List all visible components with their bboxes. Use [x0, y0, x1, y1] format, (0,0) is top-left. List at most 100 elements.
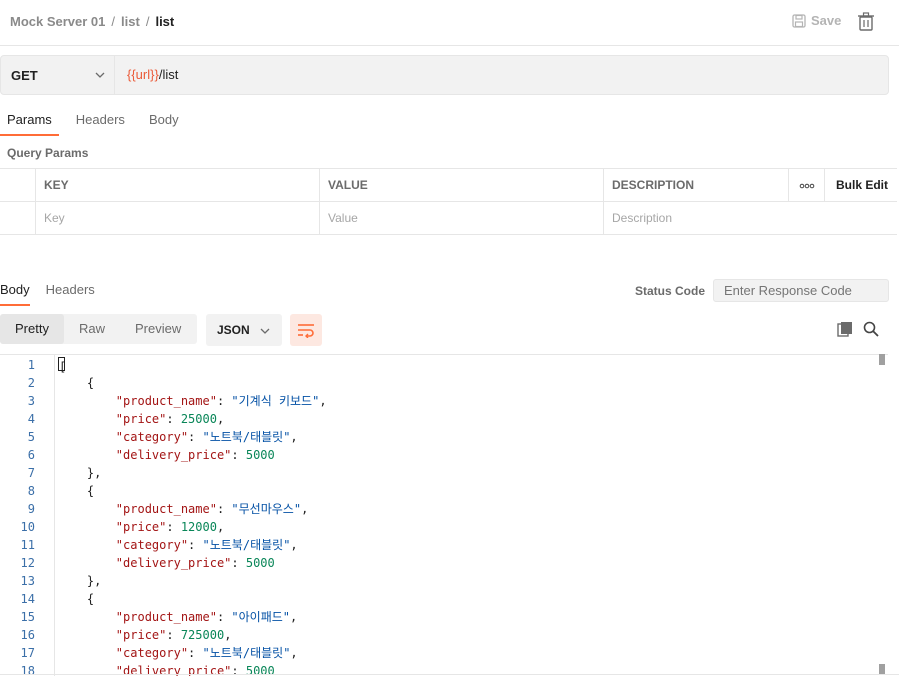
key-input[interactable]: Key	[35, 202, 320, 235]
bulk-edit-button[interactable]: Bulk Edit	[824, 169, 897, 202]
tab-params[interactable]: Params	[0, 110, 59, 136]
view-preview-button[interactable]: Preview	[120, 314, 196, 344]
save-icon	[792, 13, 806, 28]
more-options-icon[interactable]	[788, 169, 825, 202]
code-token-indent	[58, 430, 116, 444]
code-token-indent	[58, 394, 116, 408]
line-number: 11	[20, 538, 35, 552]
line-number-gutter: 1 2 3 4 5 6 7 8 9 10 11 12 13 14 15 16 17 18	[0, 355, 55, 676]
line-number: 17	[20, 646, 35, 660]
line-number: 8	[27, 484, 35, 498]
line-number: 5	[27, 430, 35, 444]
code-token-pre: {	[86, 376, 95, 390]
table-row: Key Value Description	[0, 202, 897, 235]
scrollbar-thumb-top[interactable]	[879, 354, 885, 365]
status-code-label: Status Code	[635, 284, 706, 298]
line-number: 7	[27, 466, 35, 480]
code-token-post: ,	[301, 502, 309, 516]
code-token-mid: :	[166, 520, 181, 534]
line-number: 15	[20, 610, 35, 624]
save-button[interactable]: Save	[792, 13, 841, 28]
tab-response-body[interactable]: Body	[0, 280, 30, 306]
view-mode-group: Pretty Raw Preview	[0, 314, 197, 344]
tab-headers[interactable]: Headers	[69, 110, 132, 136]
breadcrumb-item-folder[interactable]: list	[121, 14, 140, 29]
trash-icon[interactable]	[857, 12, 875, 32]
code-token-post: ,	[290, 610, 298, 624]
code-token-val: "노트북/태블릿"	[202, 430, 291, 444]
code-token-indent	[58, 592, 87, 606]
code-token-val: 5000	[245, 448, 275, 462]
code-line: {	[58, 590, 94, 608]
code-token-pre: {	[86, 592, 95, 606]
chevron-down-icon	[95, 72, 105, 78]
code-token-indent	[58, 646, 116, 660]
format-label: JSON	[217, 323, 250, 337]
code-token-mid: :	[166, 628, 181, 642]
code-token-indent	[58, 412, 116, 426]
code-token-pre: },	[86, 466, 102, 480]
code-line: "delivery_price": 5000	[58, 554, 275, 572]
code-line: "product_name": "무선마우스",	[58, 500, 309, 518]
code-token-indent	[58, 502, 116, 516]
url-input[interactable]: {{url}}/list	[127, 67, 178, 82]
response-tabs: Body Headers	[0, 280, 111, 306]
method-select[interactable]: GET	[1, 56, 115, 94]
code-line: "product_name": "아이패드",	[58, 608, 297, 626]
code-token-indent	[58, 628, 116, 642]
code-token-key: "price"	[115, 520, 167, 534]
code-token-post: ,	[290, 646, 298, 660]
format-select[interactable]: JSON	[206, 314, 282, 346]
code-token-key: "price"	[115, 412, 167, 426]
code-token-val: 725000	[180, 628, 225, 642]
line-number: 9	[27, 502, 35, 516]
code-token-key: "category"	[115, 646, 189, 660]
code-token-val: "노트북/태블릿"	[202, 538, 291, 552]
code-line: },	[58, 464, 101, 482]
copy-icon[interactable]	[837, 321, 853, 337]
divider	[0, 674, 899, 675]
line-number: 12	[20, 556, 35, 570]
line-number: 3	[27, 394, 35, 408]
code-token-val: 25000	[180, 412, 217, 426]
code-token-indent	[58, 520, 116, 534]
code-token-indent	[58, 574, 87, 588]
code-token-val: "기계식 키보드"	[231, 394, 320, 408]
request-tabs: Params Headers Body	[0, 110, 196, 136]
status-code-input[interactable]	[713, 279, 889, 302]
code-token-key: "price"	[115, 628, 167, 642]
description-input[interactable]: Description	[603, 202, 897, 235]
breadcrumb-separator: /	[111, 14, 116, 29]
response-body-editor[interactable]: 1 2 3 4 5 6 7 8 9 10 11 12 13 14 15 16 17 18 [ { "product…	[0, 354, 888, 676]
vertical-scrollbar[interactable]	[879, 354, 885, 676]
line-number: 4	[27, 412, 35, 426]
breadcrumb-item-request[interactable]: list	[155, 14, 174, 29]
code-token-mid: :	[231, 556, 246, 570]
chevron-down-icon	[260, 328, 270, 334]
code-token-mid: :	[216, 394, 232, 408]
line-number: 16	[20, 628, 35, 642]
code-token-indent	[58, 610, 116, 624]
code-token-mid: :	[188, 538, 203, 552]
code-line: [	[58, 356, 66, 374]
tab-body[interactable]: Body	[142, 110, 186, 136]
method-label: GET	[11, 67, 38, 83]
view-raw-button[interactable]: Raw	[64, 314, 120, 344]
wrap-lines-button[interactable]	[290, 314, 322, 346]
column-header-value: VALUE	[319, 169, 604, 202]
breadcrumb-item-server[interactable]: Mock Server 01	[10, 14, 105, 29]
code-token-key: "category"	[115, 538, 189, 552]
code-token-val: "무선마우스"	[231, 502, 302, 516]
value-input[interactable]: Value	[319, 202, 604, 235]
search-icon[interactable]	[863, 321, 879, 337]
code-token-post: ,	[216, 412, 225, 426]
code-line: "delivery_price": 5000	[58, 446, 275, 464]
view-pretty-button[interactable]: Pretty	[0, 314, 64, 344]
code-token-post: ,	[290, 430, 298, 444]
code-token-mid: :	[216, 502, 232, 516]
tab-response-headers[interactable]: Headers	[46, 280, 95, 306]
code-token-val: "아이패드"	[231, 610, 291, 624]
code-token-key: "category"	[115, 430, 189, 444]
column-header-key: KEY	[35, 169, 320, 202]
wrap-lines-icon	[298, 324, 314, 338]
